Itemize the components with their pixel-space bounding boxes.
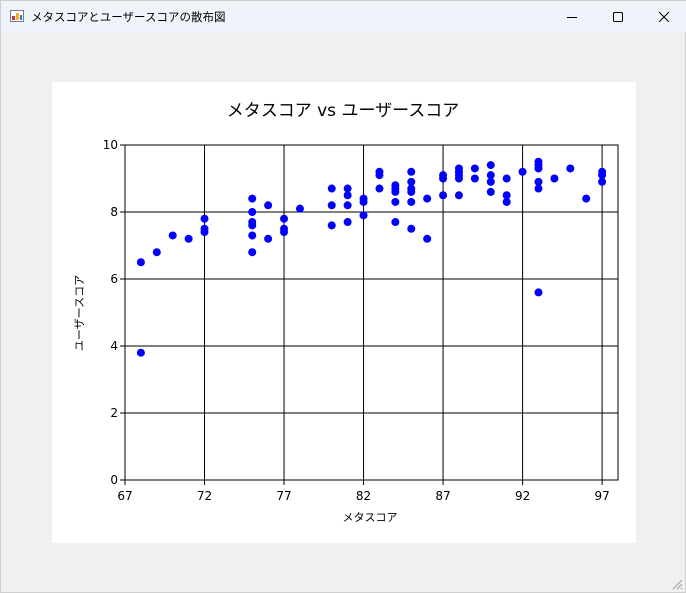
- scatter-point: [200, 228, 209, 237]
- y-tick-label: 0: [110, 473, 118, 487]
- scatter-point: [248, 231, 257, 240]
- x-tick-label: 72: [197, 489, 212, 503]
- scatter-point: [327, 201, 336, 210]
- scatter-point: [264, 201, 273, 210]
- chart-app-icon: [10, 10, 24, 22]
- scatter-point: [502, 174, 511, 183]
- plot-area-border: [124, 144, 619, 481]
- scatter-point: [327, 221, 336, 230]
- scatter-point: [136, 258, 145, 267]
- scatter-point: [534, 288, 543, 297]
- scatter-point: [248, 194, 257, 203]
- x-tick-label: 77: [276, 489, 291, 503]
- scatter-point: [439, 174, 448, 183]
- window-title: メタスコアとユーザースコアの散布図: [31, 10, 226, 24]
- y-tick-label: 10: [103, 138, 118, 152]
- scatter-point: [423, 194, 432, 203]
- scatter-point: [248, 208, 257, 216]
- scatter-point: [407, 197, 416, 206]
- scatter-point: [264, 234, 273, 243]
- scatter-point: [391, 187, 400, 196]
- scatter-point: [343, 201, 352, 210]
- scatter-point: [391, 218, 400, 227]
- grid-lines: [120, 144, 618, 485]
- scatter-point: [470, 174, 479, 183]
- scatter-chart: メタスコア vs ユーザースコア 67 72 77 82 87 92 97 0 2 4 6 8 10 メ…: [73, 101, 619, 524]
- scatter-point: [486, 187, 495, 196]
- title-bar[interactable]: メタスコアとユーザースコアの散布図: [1, 1, 686, 32]
- scatter-point: [486, 161, 495, 170]
- scatter-point: [550, 174, 559, 183]
- scatter-point: [375, 184, 384, 193]
- minimize-icon: [567, 16, 577, 18]
- y-tick-label: 8: [110, 205, 118, 219]
- resize-grip-icon[interactable]: [671, 578, 683, 590]
- app-window: メタスコアとユーザースコアの散布図 メタスコア vs ユーザースコア 67 72 7…: [0, 0, 686, 593]
- close-icon: [659, 11, 669, 22]
- maximize-button[interactable]: [595, 1, 641, 32]
- x-tick-label: 92: [515, 489, 530, 503]
- scatter-point: [566, 164, 575, 173]
- scatter-point: [391, 197, 400, 206]
- maximize-icon: [613, 11, 623, 22]
- y-axis-label: ユーザースコア: [73, 275, 86, 351]
- scatter-point: [343, 218, 352, 227]
- scatter-point: [407, 187, 416, 196]
- chart-title: メタスコア vs ユーザースコア: [227, 101, 460, 121]
- scatter-point: [136, 348, 145, 357]
- scatter-point: [280, 228, 289, 237]
- scatter-point: [502, 197, 511, 206]
- tick-labels: 67 72 77 82 87 92 97 0 2 4 6 8 10: [103, 138, 610, 503]
- x-tick-label: 82: [356, 489, 371, 503]
- scatter-point: [582, 194, 591, 203]
- scatter-point: [295, 204, 304, 213]
- scatter-point: [184, 234, 193, 243]
- scatter-point: [280, 214, 289, 223]
- scatter-point: [518, 167, 527, 176]
- scatter-point: [248, 248, 257, 257]
- scatter-point: [534, 164, 543, 173]
- scatter-point: [407, 167, 416, 176]
- chart-panel: メタスコア vs ユーザースコア 67 72 77 82 87 92 97 0 2 4 6 8 10 メ…: [52, 82, 636, 543]
- scatter-point: [534, 184, 543, 193]
- y-tick-label: 6: [110, 272, 118, 286]
- x-axis-label: メタスコア: [343, 511, 398, 524]
- y-tick-label: 4: [110, 339, 118, 353]
- data-points: [136, 157, 607, 357]
- x-tick-label: 87: [435, 489, 450, 503]
- scatter-point: [248, 221, 257, 230]
- close-button[interactable]: [641, 1, 686, 32]
- scatter-point: [152, 248, 161, 257]
- scatter-point: [200, 214, 209, 223]
- scatter-point: [407, 224, 416, 233]
- scatter-point: [168, 231, 177, 240]
- y-tick-label: 2: [110, 406, 118, 420]
- scatter-point: [454, 191, 463, 200]
- scatter-point: [359, 211, 368, 220]
- scatter-point: [470, 164, 479, 173]
- scatter-point: [486, 177, 495, 186]
- scatter-point: [343, 191, 352, 200]
- scatter-point: [423, 234, 432, 243]
- scatter-point: [359, 197, 368, 206]
- x-tick-label: 67: [117, 489, 132, 503]
- scatter-point: [598, 177, 607, 186]
- minimize-button[interactable]: [549, 1, 595, 32]
- scatter-point: [327, 184, 336, 193]
- scatter-point: [454, 174, 463, 183]
- x-tick-label: 97: [594, 489, 609, 503]
- scatter-point: [375, 171, 384, 180]
- scatter-point: [439, 191, 448, 200]
